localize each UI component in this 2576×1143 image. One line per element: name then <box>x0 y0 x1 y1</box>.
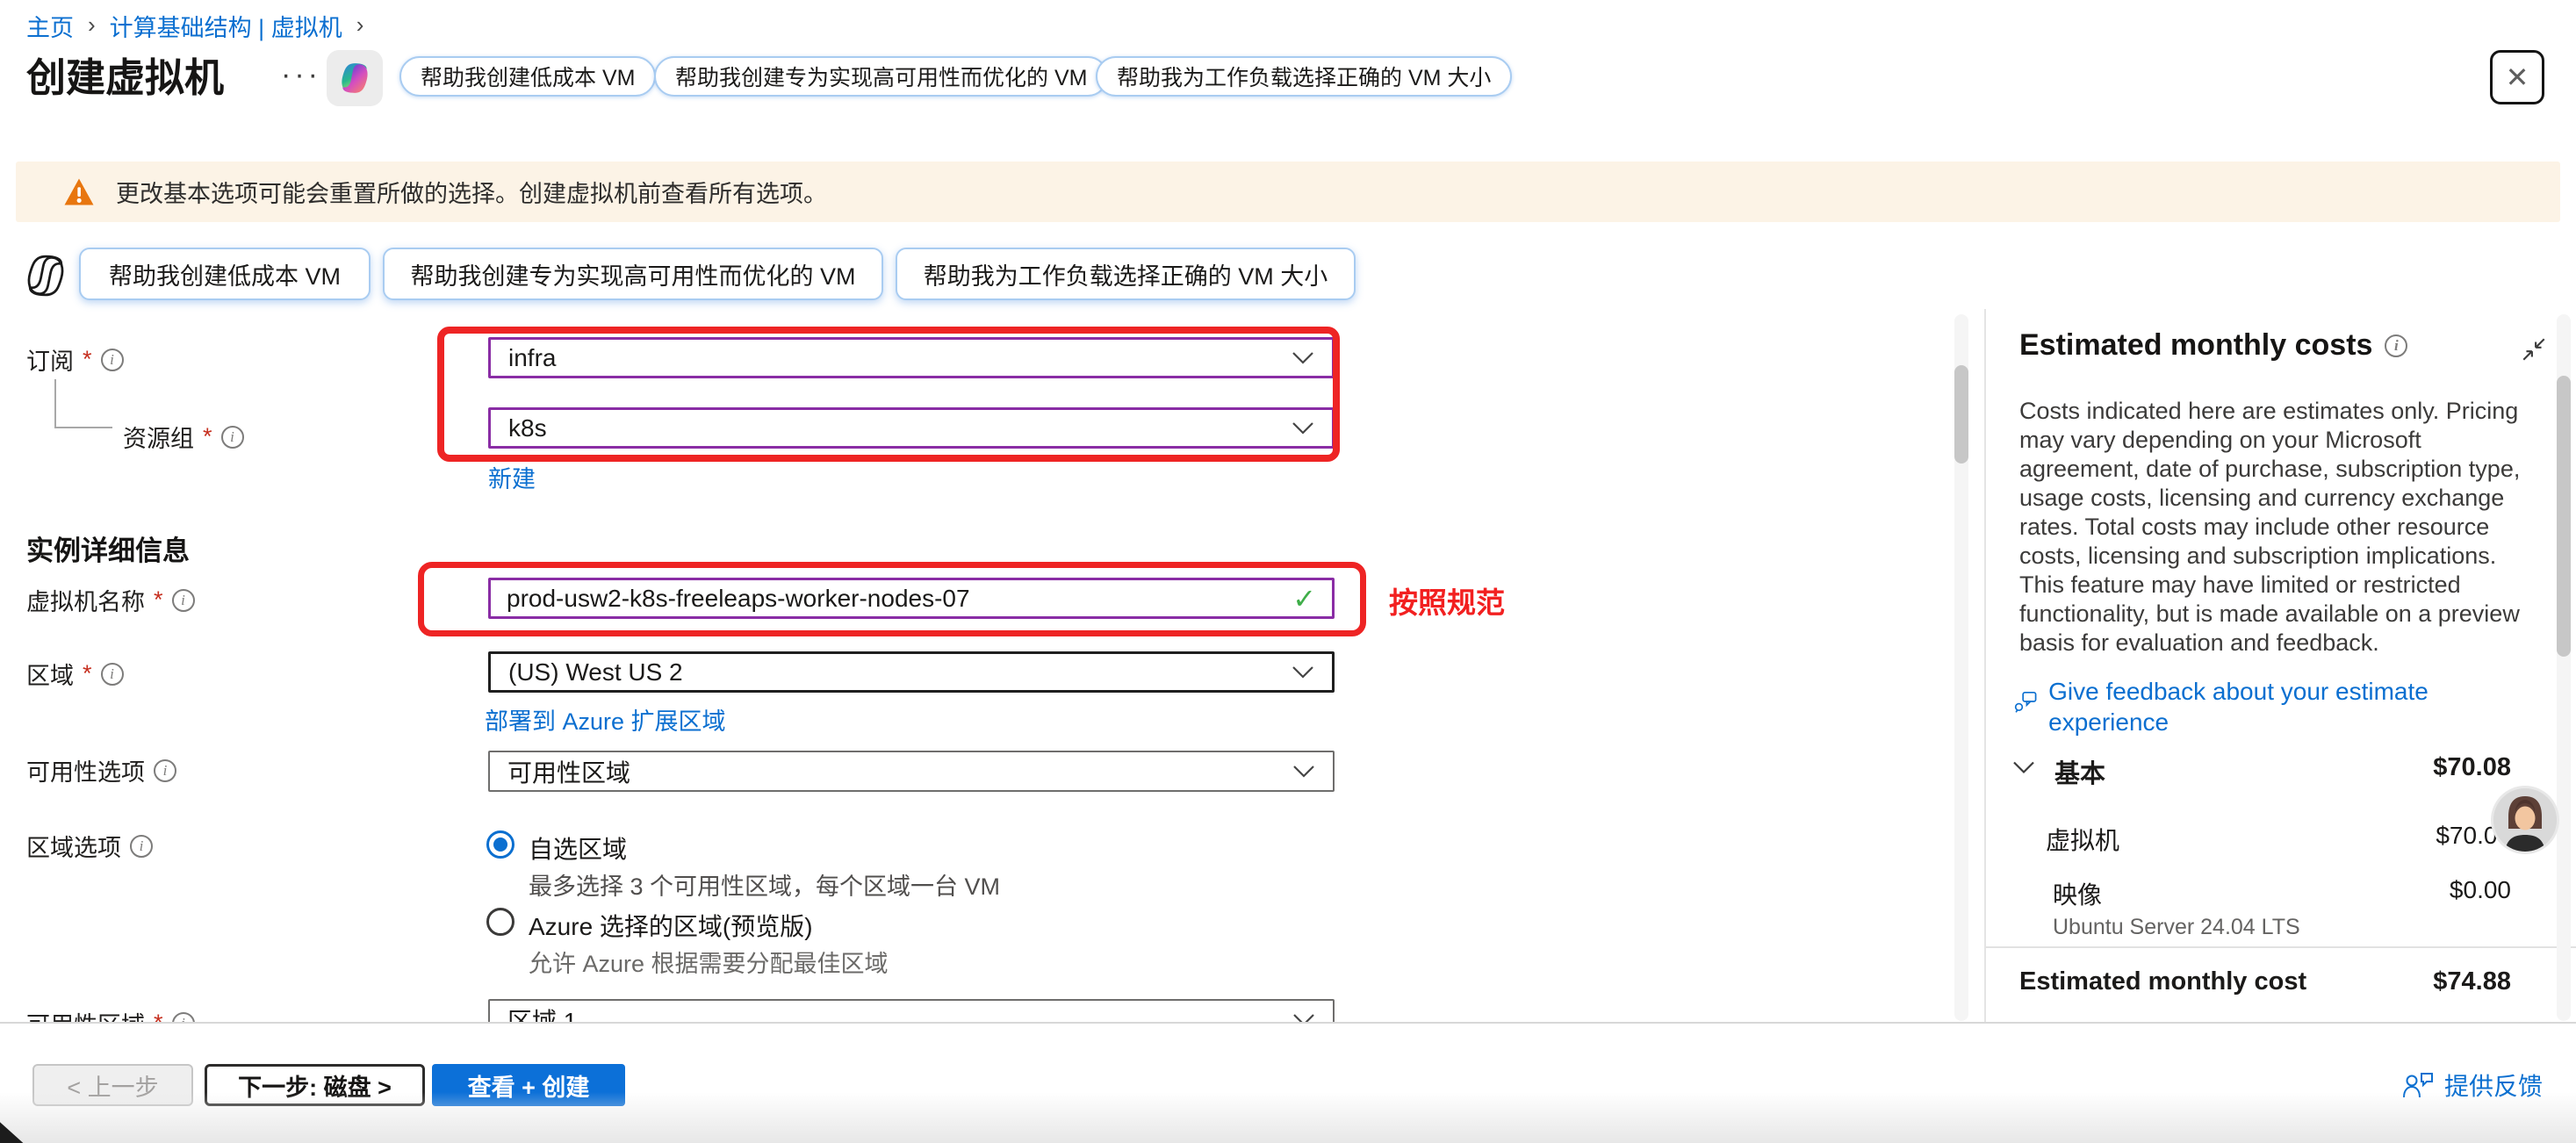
chevron-down-icon <box>1292 765 1315 778</box>
cost-row-amount: $70.08 <box>2248 822 2511 850</box>
person-feedback-icon <box>2402 1071 2434 1099</box>
footer-bar: < 上一步 下一步: 磁盘 > 查看 + 创建 提供反馈 <box>0 1022 2576 1143</box>
info-icon[interactable]: i <box>221 426 244 449</box>
radio-self-selected-zones[interactable] <box>486 830 514 859</box>
info-icon[interactable]: i <box>101 349 124 371</box>
vm-name-field: ✓ <box>488 578 1335 619</box>
region-dropdown[interactable]: (US) West US 2 <box>488 651 1335 693</box>
subscription-label: 订阅 * i <box>26 342 124 377</box>
info-icon[interactable]: i <box>2385 334 2407 357</box>
speech-bubbles-icon <box>2014 687 2038 716</box>
cost-panel-description: Costs indicated here are estimates only.… <box>2019 397 2539 658</box>
copilot-outline-icon <box>23 253 68 303</box>
annotation-text: 按照规范 <box>1389 579 1505 622</box>
page-title: 创建虚拟机 <box>26 46 224 103</box>
avatar[interactable] <box>2493 788 2557 852</box>
helper-button-low-cost[interactable]: 帮助我创建低成本 VM <box>399 56 656 97</box>
resource-group-label: 资源组 * i <box>123 420 244 454</box>
vm-name-input[interactable] <box>507 585 1282 613</box>
vm-name-label: 虚拟机名称 * i <box>26 583 195 617</box>
tree-connector <box>54 379 112 428</box>
create-new-link[interactable]: 新建 <box>488 460 536 494</box>
radio-label[interactable]: Azure 选择的区域(预览版) <box>529 908 813 943</box>
cost-panel-divider <box>1986 946 2576 948</box>
close-icon: ✕ <box>2506 61 2529 94</box>
suggestion-button-low-cost[interactable]: 帮助我创建低成本 VM <box>79 248 371 300</box>
cost-row-label: 映像 <box>2053 876 2102 911</box>
extended-zone-link[interactable]: 部署到 Azure 扩展区域 <box>485 702 726 737</box>
chevron-down-icon[interactable] <box>2012 760 2035 774</box>
main-scrollbar[interactable] <box>1954 365 1968 464</box>
estimate-feedback-link[interactable]: Give feedback about your estimate experi… <box>2014 676 2453 737</box>
suggestion-button-vm-size[interactable]: 帮助我为工作负载选择正确的 VM 大小 <box>896 248 1356 300</box>
required-marker: * <box>83 346 92 373</box>
panel-divider <box>1984 309 1986 1022</box>
info-icon[interactable]: i <box>172 589 195 612</box>
breadcrumb-virtual-machines[interactable]: 计算基础结构 | 虚拟机 <box>110 9 342 43</box>
suggestion-button-high-availability[interactable]: 帮助我创建专为实现高可用性而优化的 VM <box>383 248 883 300</box>
required-marker: * <box>83 660 92 687</box>
chevron-down-icon <box>1292 665 1314 679</box>
copilot-icon <box>337 61 372 96</box>
chevron-down-icon <box>1292 421 1314 435</box>
valid-check-icon: ✓ <box>1292 582 1316 615</box>
breadcrumb-home[interactable]: 主页 <box>26 9 74 43</box>
radio-description: 最多选择 3 个可用性区域，每个区域一台 VM <box>529 867 1000 902</box>
close-button[interactable]: ✕ <box>2490 50 2544 104</box>
cost-row-label: 虚拟机 <box>2046 822 2119 857</box>
info-icon[interactable]: i <box>130 835 153 858</box>
radio-azure-selected-zones[interactable] <box>486 908 514 936</box>
warning-icon <box>63 177 95 206</box>
instance-details-heading: 实例详细信息 <box>26 528 190 568</box>
cost-group-amount: $70.08 <box>2248 753 2511 782</box>
total-cost-amount: $74.88 <box>2248 967 2511 996</box>
previous-button[interactable]: < 上一步 <box>32 1064 193 1106</box>
review-create-button[interactable]: 查看 + 创建 <box>432 1064 625 1106</box>
required-marker: * <box>154 586 163 614</box>
cost-row-amount: $0.00 <box>2248 876 2511 904</box>
panel-scrollbar[interactable] <box>2557 376 2571 657</box>
subscription-dropdown[interactable]: infra <box>488 337 1335 378</box>
availability-options-label: 可用性选项 i <box>26 753 176 787</box>
resource-group-dropdown[interactable]: k8s <box>488 407 1335 449</box>
availability-options-dropdown[interactable]: 可用性区域 <box>488 751 1335 792</box>
chevron-right-icon: › <box>356 11 364 39</box>
region-label: 区域 * i <box>26 657 124 691</box>
feedback-link[interactable]: 提供反馈 <box>2402 1068 2543 1103</box>
breadcrumb: 主页 › 计算基础结构 | 虚拟机 › <box>26 9 363 43</box>
chevron-down-icon <box>1292 351 1314 364</box>
helper-button-high-availability[interactable]: 帮助我创建专为实现高可用性而优化的 VM <box>654 56 1108 97</box>
woman-avatar-image <box>2493 788 2557 852</box>
more-options-icon[interactable]: ··· <box>281 58 321 92</box>
required-marker: * <box>203 423 212 450</box>
warning-text: 更改基本选项可能会重置所做的选择。创建虚拟机前查看所有选项。 <box>116 175 827 209</box>
create-vm-page: 主页 › 计算基础结构 | 虚拟机 › 创建虚拟机 ··· 帮助我创建低成本 V… <box>0 0 2576 1143</box>
radio-description: 允许 Azure 根据需要分配最佳区域 <box>529 945 889 979</box>
cost-panel-title: Estimated monthly costs i <box>2019 328 2407 363</box>
info-icon[interactable]: i <box>154 759 176 782</box>
radio-label[interactable]: 自选区域 <box>529 830 627 866</box>
cost-group-label[interactable]: 基本 <box>2054 753 2105 790</box>
copilot-button[interactable] <box>327 50 383 106</box>
warning-banner: 更改基本选项可能会重置所做的选择。创建虚拟机前查看所有选项。 <box>16 162 2560 222</box>
chevron-right-icon: › <box>88 11 96 39</box>
zone-options-label: 区域选项 i <box>26 829 153 863</box>
next-disks-button[interactable]: 下一步: 磁盘 > <box>205 1064 425 1106</box>
helper-button-vm-size[interactable]: 帮助我为工作负载选择正确的 VM 大小 <box>1096 56 1512 97</box>
cost-row-sub: Ubuntu Server 24.04 LTS <box>2053 915 2300 940</box>
info-icon[interactable]: i <box>101 663 124 686</box>
collapse-icon[interactable] <box>2520 335 2548 363</box>
